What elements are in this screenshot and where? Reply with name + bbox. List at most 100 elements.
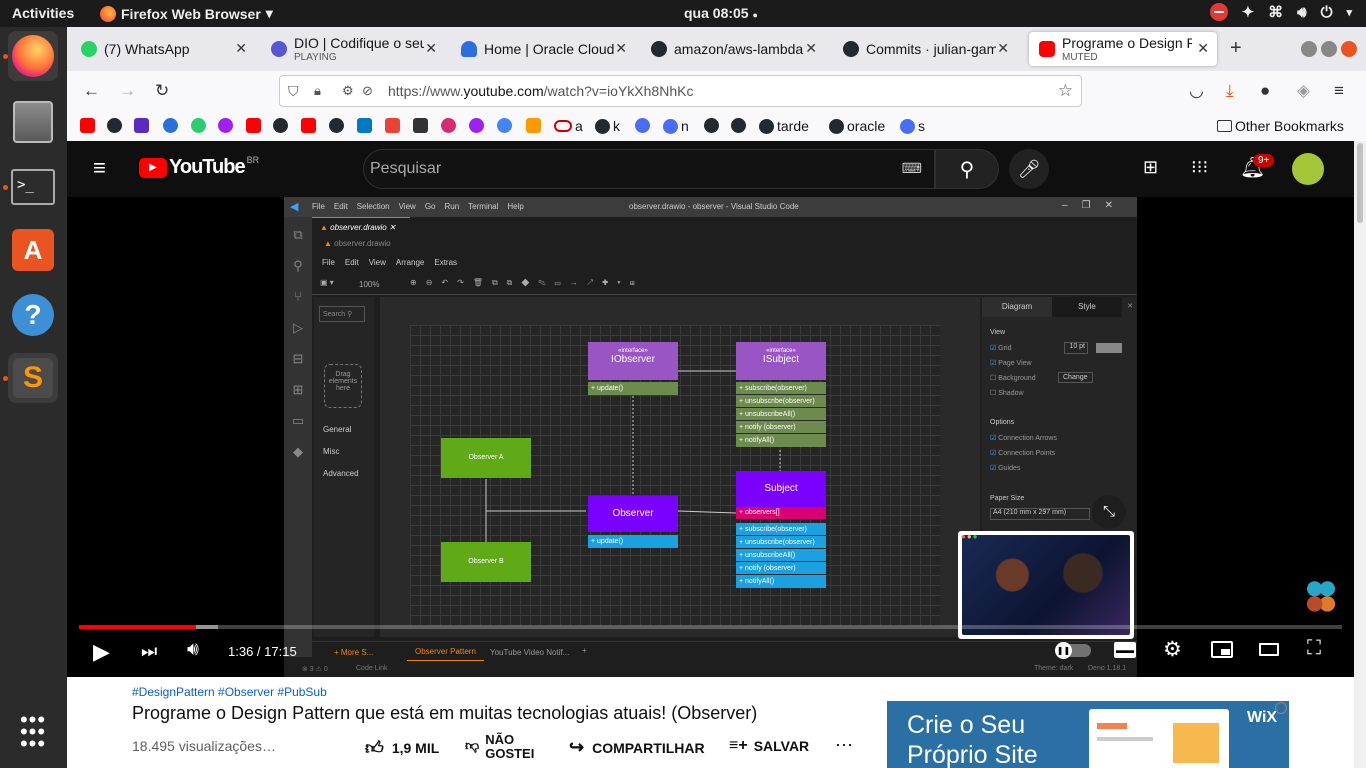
bookmark-site[interactable] [134,118,149,133]
other-bookmarks[interactable]: Other Bookmarks [1217,118,1344,134]
tab-dio[interactable]: DIO | Codifique o seu PLAYING ✕ [261,32,445,66]
bookmark-youtube[interactable] [80,118,95,133]
bookmark-tarde[interactable]: tarde [759,118,809,134]
reload-icon[interactable]: ↻ [155,81,169,101]
theater-mode-button[interactable] [1259,643,1279,656]
youtube-logo[interactable]: ▶ YouTube BR [139,155,259,179]
forward-arrow-icon[interactable]: → [119,81,136,101]
bookmark-site[interactable] [163,118,178,133]
url-bar[interactable]: ⛉ 🔒︎ ⚙︎ ⊘ https://www.youtube.com/watch?… [279,75,1082,107]
bookmark-youtube[interactable] [301,118,316,133]
terminal-dock-icon[interactable]: >_ [8,162,58,212]
bookmark-s[interactable]: s [900,118,925,134]
share-button[interactable]: ↪ COMPARTILHAR [569,737,705,758]
close-window-button[interactable] [1341,41,1357,57]
bookmark-youtube[interactable] [246,118,261,133]
like-button[interactable]: 👍︎ 1,9 MIL [365,737,439,759]
shield-icon[interactable]: ⛉ [288,83,299,100]
maximize-button[interactable] [1321,41,1337,57]
bookmark-site[interactable] [635,118,650,133]
close-icon[interactable]: ✕ [235,40,247,57]
bookmark-k[interactable]: k [595,118,620,134]
hashtags[interactable]: #DesignPattern #Observer #PubSub [132,685,327,699]
channel-watermark-icon[interactable] [1305,578,1337,614]
bookmark-github[interactable] [731,118,746,133]
search-input[interactable]: Pesquisar ⌨ [363,149,935,189]
clock[interactable]: qua 08:05 ● [684,5,758,21]
hamburger-menu-icon[interactable]: ≡ [93,155,106,181]
power-icon[interactable]: ⏻ [1321,4,1333,21]
keyboard-icon[interactable]: ⌨ [902,160,922,177]
tab-commits[interactable]: Commits · julian-gam ✕ [833,32,1017,66]
page-scrollbar[interactable] [1354,141,1366,768]
apps-grid-icon[interactable]: ⁝⁝⁝ [1191,157,1208,178]
app-menu[interactable]: Firefox Web Browser ▾ [100,5,273,22]
avatar[interactable] [1292,153,1324,185]
more-actions-icon[interactable]: ⋯ [835,735,853,756]
bookmark-site[interactable] [497,118,512,133]
bookmark-github[interactable] [107,118,122,133]
show-apps-button[interactable]: ••• ••• ••• [8,707,58,757]
volume-icon[interactable]: 🔊︎ [1297,4,1306,21]
search-button[interactable]: ⚲ [935,149,999,189]
progress-bar[interactable] [79,625,1342,629]
software-dock-icon[interactable]: A [8,225,58,275]
close-icon[interactable]: ✕ [615,40,627,57]
expand-overlay-icon[interactable]: ⤡ [1092,495,1126,529]
bookmark-site[interactable] [191,118,206,133]
bookmark-site[interactable] [413,118,428,133]
bookmark-oracle[interactable]: oracle [829,118,885,134]
bookmark-n[interactable]: n [663,118,689,134]
miniplayer-button[interactable] [1211,641,1233,658]
create-video-icon[interactable]: ⊞ [1143,157,1158,178]
play-button[interactable]: ▶ [93,639,110,665]
bookmark-trello[interactable] [357,118,372,133]
close-icon[interactable]: ✕ [805,40,817,57]
voice-search-button[interactable]: 🎤︎ [1009,149,1049,189]
scrollbar-thumb[interactable] [1357,143,1363,223]
bookmark-a[interactable]: a [554,118,583,134]
tab-youtube[interactable]: Programe o Design P MUTED ✕ [1029,32,1217,66]
bookmark-site[interactable] [441,118,456,133]
bookmark-github[interactable] [329,118,344,133]
downloads-icon[interactable]: ⤓ [1226,81,1234,101]
close-icon[interactable]: ✕ [425,40,437,57]
autoplay-toggle[interactable]: ❚❚ [1055,642,1091,659]
firefox-dock-icon[interactable] [8,31,58,81]
bookmark-github[interactable] [704,118,719,133]
subtitles-button[interactable]: ▬▬ [1114,642,1136,658]
video-player[interactable]: ◀ File Edit Selection View Go Run Termin… [67,197,1354,677]
close-icon[interactable]: ✕ [1197,40,1209,57]
lock-icon[interactable]: 🔒︎ [314,83,321,99]
back-arrow-icon[interactable]: ← [83,81,100,101]
tab-whatsapp[interactable]: (7) WhatsApp ✕ [71,32,255,66]
system-tray[interactable]: ✦ ⌘ 🔊︎ ⏻ ▾ [1209,3,1352,21]
sublime-dock-icon[interactable]: S [8,353,58,403]
save-button[interactable]: ≡+ SALVAR [729,737,809,755]
network-icon[interactable]: ⌘ [1268,3,1283,21]
minimize-button[interactable] [1301,41,1317,57]
volume-button[interactable]: 🔊︎ [187,639,199,661]
bookmark-gmail[interactable] [385,118,400,133]
permissions-icon[interactable]: ⚙︎ [342,83,354,99]
extension-icon[interactable]: ● [1260,81,1270,101]
close-icon[interactable]: ✕ [997,40,1009,57]
ad-info-icon[interactable]: i [1275,702,1287,714]
chevron-down-icon[interactable]: ▾ [1346,6,1352,19]
bookmark-site[interactable] [526,118,541,133]
extension-icon[interactable]: ◈ [1297,81,1310,101]
view-count[interactable]: 18.495 visualizações… [132,738,276,754]
tab-aws-lambda[interactable]: amazon/aws-lambda ✕ [641,32,825,66]
files-dock-icon[interactable] [8,97,58,147]
hamburger-menu-icon[interactable]: ≡ [1334,81,1344,101]
settings-gear-icon[interactable]: ⚙ [1163,637,1182,662]
autoplay-blocked-icon[interactable]: ⊘ [362,83,373,99]
new-tab-button[interactable]: + [1230,37,1242,60]
url-text[interactable]: https://www.youtube.com/watch?v=ioYkXh8N… [388,83,693,99]
dislike-button[interactable]: 👎︎ NÃO GOSTEI [465,733,541,761]
next-button[interactable]: ⏭ [141,641,157,662]
help-dock-icon[interactable]: ? [8,290,58,340]
bookmark-site[interactable] [469,118,484,133]
fullscreen-button[interactable]: ⛶ [1307,637,1321,660]
bookmark-site[interactable] [218,118,233,133]
